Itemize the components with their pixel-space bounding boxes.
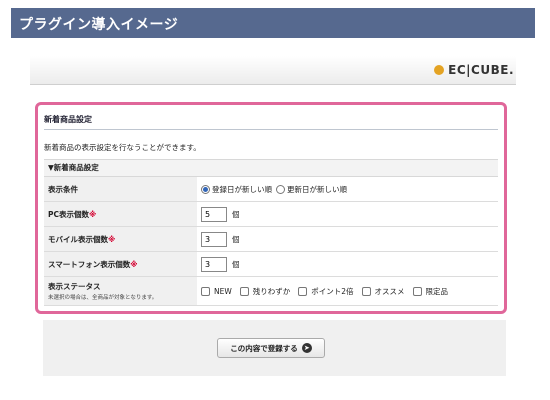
table-row-smartphone-count: スマートフォン表示個数※ 個: [44, 252, 498, 277]
status-note: 未選択の場合は、全商品が対象となります。: [48, 295, 158, 301]
pc-count-unit: 個: [232, 209, 240, 219]
settings-panel: 新着商品設定 新着商品の表示設定を行なうことができます。 ▼新着商品設定 表示条…: [35, 102, 507, 314]
logo-text: EC|CUBE.: [448, 63, 514, 77]
mobile-count-input[interactable]: [201, 231, 227, 247]
mobile-count-value: 個: [197, 227, 498, 251]
pc-count-value: 個: [197, 202, 498, 226]
pc-count-label-text: PC表示個数※: [48, 209, 197, 220]
status-label-text: 表示ステータス: [48, 282, 101, 291]
required-mark: ※: [108, 234, 116, 244]
status-options: NEW 残りわずか ポイント2倍 オススメ 限定品: [197, 277, 498, 305]
checkbox-label-new: NEW: [214, 286, 232, 296]
table-row-display-condition: 表示条件 登録日が新しい順 更新日が新しい順: [44, 177, 498, 202]
logo-mark-icon: [434, 65, 445, 75]
table-row-pc-count: PC表示個数※ 個: [44, 202, 498, 227]
arrow-right-icon: ➤: [301, 343, 312, 353]
radio-label-registered-newest: 登録日が新しい順: [212, 184, 272, 194]
table-row-status: 表示ステータス 未選択の場合は、全商品が対象となります。 NEW 残りわずか ポ…: [44, 277, 498, 306]
mobile-count-label-text: モバイル表示個数※: [48, 234, 197, 245]
mobile-count-label-main: モバイル表示個数: [48, 234, 108, 244]
smartphone-count-input[interactable]: [201, 256, 227, 272]
required-mark: ※: [89, 209, 97, 219]
checkbox-label-recommended: オススメ: [374, 286, 405, 296]
panel-description: 新着商品の表示設定を行なうことができます。: [44, 143, 201, 152]
smartphone-count-label: スマートフォン表示個数※: [44, 252, 197, 276]
smartphone-count-unit: 個: [232, 259, 240, 269]
status-option-new[interactable]: NEW: [201, 286, 232, 296]
checkbox-new[interactable]: [201, 286, 210, 296]
submit-button[interactable]: この内容で登録する ➤: [217, 338, 325, 358]
eccube-logo: EC|CUBE.: [434, 62, 514, 78]
page-title: プラグイン導入イメージ: [19, 17, 179, 33]
checkbox-label-limited: 限定品: [425, 286, 449, 296]
display-condition-label: 表示条件: [44, 177, 197, 201]
mobile-count-unit: 個: [232, 234, 240, 244]
logo-bar: EC|CUBE.: [30, 56, 516, 85]
checkbox-label-few-left: 残りわずか: [252, 286, 291, 296]
status-option-limited[interactable]: 限定品: [412, 286, 449, 297]
submit-button-label: この内容で登録する: [230, 343, 298, 353]
mobile-count-label: モバイル表示個数※: [44, 227, 197, 251]
radio-updated-newest[interactable]: [276, 184, 285, 194]
checkbox-recommended[interactable]: [361, 286, 371, 296]
header-banner: プラグイン導入イメージ: [11, 8, 535, 38]
display-condition-options: 登録日が新しい順 更新日が新しい順: [197, 177, 498, 201]
smartphone-count-value: 個: [197, 252, 498, 276]
status-label: 表示ステータス 未選択の場合は、全商品が対象となります。: [44, 277, 197, 305]
radio-registered-newest[interactable]: [201, 184, 210, 194]
pc-count-label: PC表示個数※: [44, 202, 197, 226]
status-option-recommended[interactable]: オススメ: [361, 286, 405, 297]
status-option-double-points[interactable]: ポイント2倍: [298, 286, 354, 297]
checkbox-double-points[interactable]: [298, 286, 308, 296]
checkbox-label-double-points: ポイント2倍: [311, 286, 354, 296]
status-option-few-left[interactable]: 残りわずか: [239, 286, 291, 297]
panel-title: 新着商品設定: [44, 115, 92, 124]
radio-label-updated-newest: 更新日が新しい順: [287, 184, 347, 194]
required-mark: ※: [130, 259, 138, 269]
section-header: ▼新着商品設定: [44, 160, 498, 177]
table-row-mobile-count: モバイル表示個数※ 個: [44, 227, 498, 252]
settings-table: ▼新着商品設定 表示条件 登録日が新しい順 更新日が新しい順 PC表示個数※ 個: [44, 159, 498, 306]
smartphone-count-label-text: スマートフォン表示個数※: [48, 259, 197, 270]
form-footer: この内容で登録する ➤: [43, 320, 506, 376]
pc-count-label-main: PC表示個数: [48, 209, 90, 219]
pc-count-input[interactable]: [201, 206, 227, 222]
checkbox-few-left[interactable]: [239, 286, 249, 296]
smartphone-count-label-main: スマートフォン表示個数: [48, 259, 131, 269]
checkbox-limited[interactable]: [412, 286, 422, 296]
display-condition-label-text: 表示条件: [48, 184, 78, 194]
divider: [44, 129, 498, 130]
